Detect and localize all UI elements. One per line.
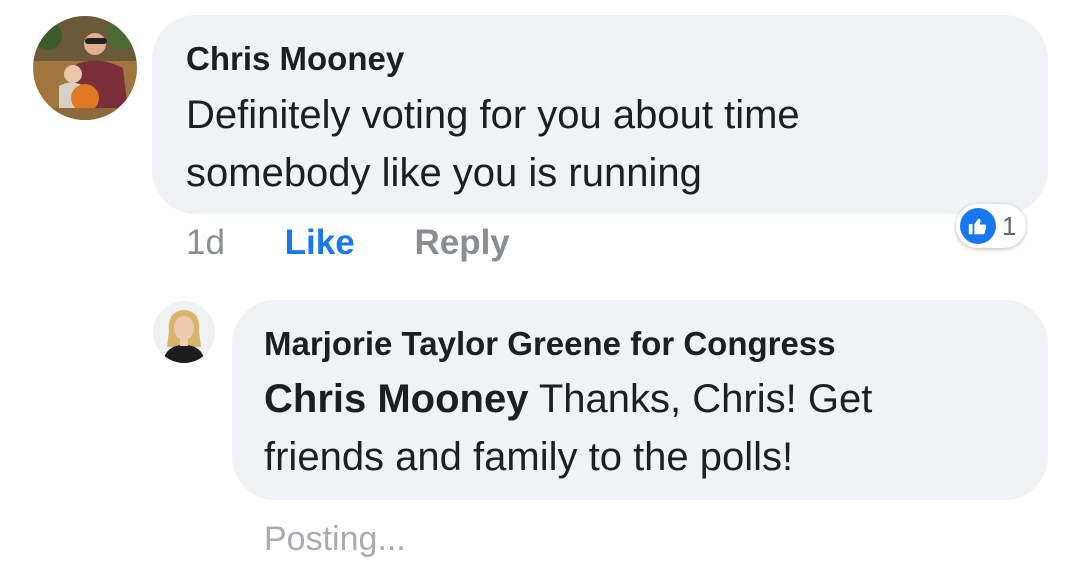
comment-author-name[interactable]: Chris Mooney [186, 40, 404, 78]
reply-text-line-1: Chris Mooney Thanks, Chris! Get [264, 370, 1034, 428]
reaction-summary[interactable]: 1 [956, 204, 1027, 248]
commenter-photo [33, 16, 137, 120]
posting-status: Posting... [264, 520, 406, 558]
reply-author-name[interactable]: Marjorie Taylor Greene for Congress [264, 325, 836, 363]
comment-actions: 1d Like Reply [186, 223, 510, 263]
reply-text-part-1: Thanks, Chris! Get [538, 377, 873, 421]
reply-text-line-2: friends and family to the polls! [264, 435, 794, 479]
reaction-count: 1 [1002, 210, 1017, 241]
replier-avatar[interactable] [153, 301, 215, 363]
reply-text: Chris Mooney Thanks, Chris! Get friends … [264, 370, 1034, 486]
reply-button[interactable]: Reply [414, 223, 509, 262]
like-button[interactable]: Like [285, 223, 355, 262]
comment-text-line-1: Definitely voting for you about time [186, 93, 800, 137]
replier-photo [153, 301, 215, 363]
comment-text: Definitely voting for you about time som… [186, 86, 1026, 202]
comment-timestamp[interactable]: 1d [186, 223, 225, 262]
thumbs-up-icon [960, 208, 996, 244]
comment-text-line-2: somebody like you is running [186, 151, 702, 195]
commenter-avatar[interactable] [33, 16, 137, 120]
mention-link[interactable]: Chris Mooney [264, 377, 528, 421]
